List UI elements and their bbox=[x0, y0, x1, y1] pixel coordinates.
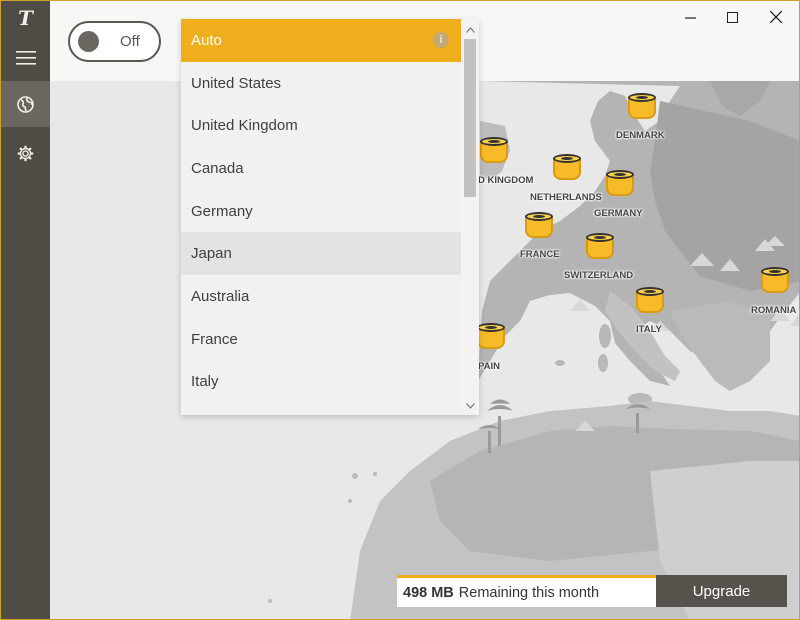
server-germany-icon[interactable] bbox=[605, 170, 635, 200]
city-label: GERMANY bbox=[594, 208, 643, 219]
country-option[interactable]: United Kingdom bbox=[181, 104, 461, 147]
server-romania-icon[interactable] bbox=[760, 267, 790, 297]
city-label: ROMANIA bbox=[751, 305, 797, 316]
server-netherlands-icon[interactable] bbox=[552, 154, 582, 184]
scrollbar-thumb[interactable] bbox=[464, 39, 476, 197]
server-denmark-icon[interactable] bbox=[627, 93, 657, 123]
logo-icon: T bbox=[18, 6, 33, 30]
toggle-label: Off bbox=[120, 33, 140, 50]
country-option[interactable]: Australia bbox=[181, 275, 461, 318]
upgrade-button[interactable]: Upgrade bbox=[656, 575, 787, 607]
minimize-icon bbox=[684, 16, 696, 19]
server-italy-icon[interactable] bbox=[635, 287, 665, 317]
scroll-down-icon[interactable] bbox=[461, 397, 479, 415]
hamburger-icon bbox=[15, 51, 36, 65]
country-list: Auto i United States United Kingdom Cana… bbox=[181, 19, 461, 415]
globe-icon bbox=[17, 95, 34, 113]
country-option[interactable]: Italy bbox=[181, 361, 461, 404]
gear-icon bbox=[17, 145, 34, 161]
server-france-icon[interactable] bbox=[524, 212, 554, 242]
close-icon bbox=[770, 11, 782, 23]
city-label: FRANCE bbox=[520, 249, 560, 260]
maximize-button[interactable] bbox=[712, 5, 752, 29]
data-remaining-status: 498 MB Remaining this month bbox=[397, 575, 657, 607]
minimize-button[interactable] bbox=[670, 5, 710, 29]
server-uk-icon[interactable] bbox=[479, 137, 509, 167]
tunnelbear-window: T Off DENMARK D KINGDOM NETHERLANDS GERM… bbox=[0, 0, 800, 620]
sidebar: T bbox=[1, 1, 50, 619]
scroll-up-icon[interactable] bbox=[461, 21, 479, 39]
country-option-auto[interactable]: Auto i bbox=[181, 19, 461, 62]
country-option-label: Auto bbox=[191, 31, 222, 49]
country-dropdown[interactable]: Auto i United States United Kingdom Cana… bbox=[181, 19, 479, 415]
vpn-toggle[interactable]: Off bbox=[68, 21, 161, 62]
settings-button[interactable] bbox=[1, 130, 50, 176]
dropdown-scrollbar[interactable] bbox=[461, 19, 479, 415]
maximize-icon bbox=[726, 11, 738, 23]
menu-button[interactable] bbox=[1, 35, 50, 81]
city-label: NETHERLANDS bbox=[530, 192, 602, 203]
map-view-button[interactable] bbox=[1, 81, 50, 127]
city-label: SWITZERLAND bbox=[564, 270, 634, 281]
country-option[interactable]: Germany bbox=[181, 190, 461, 233]
server-switzerland-icon[interactable] bbox=[585, 233, 615, 263]
city-label: D KINGDOM bbox=[478, 175, 534, 186]
data-remaining-text: Remaining this month bbox=[458, 584, 600, 601]
city-label: ITALY bbox=[636, 324, 662, 335]
toggle-knob bbox=[78, 31, 99, 52]
city-label: DENMARK bbox=[616, 130, 665, 141]
close-button[interactable] bbox=[756, 5, 796, 29]
country-option[interactable]: United States bbox=[181, 62, 461, 105]
country-option[interactable]: Japan bbox=[181, 232, 461, 276]
info-icon[interactable]: i bbox=[433, 32, 449, 49]
data-amount: 498 MB bbox=[403, 584, 454, 601]
server-spain-icon[interactable] bbox=[476, 323, 506, 353]
city-label: PAIN bbox=[478, 361, 500, 372]
country-option[interactable]: France bbox=[181, 318, 461, 361]
country-option[interactable]: Canada bbox=[181, 147, 461, 190]
